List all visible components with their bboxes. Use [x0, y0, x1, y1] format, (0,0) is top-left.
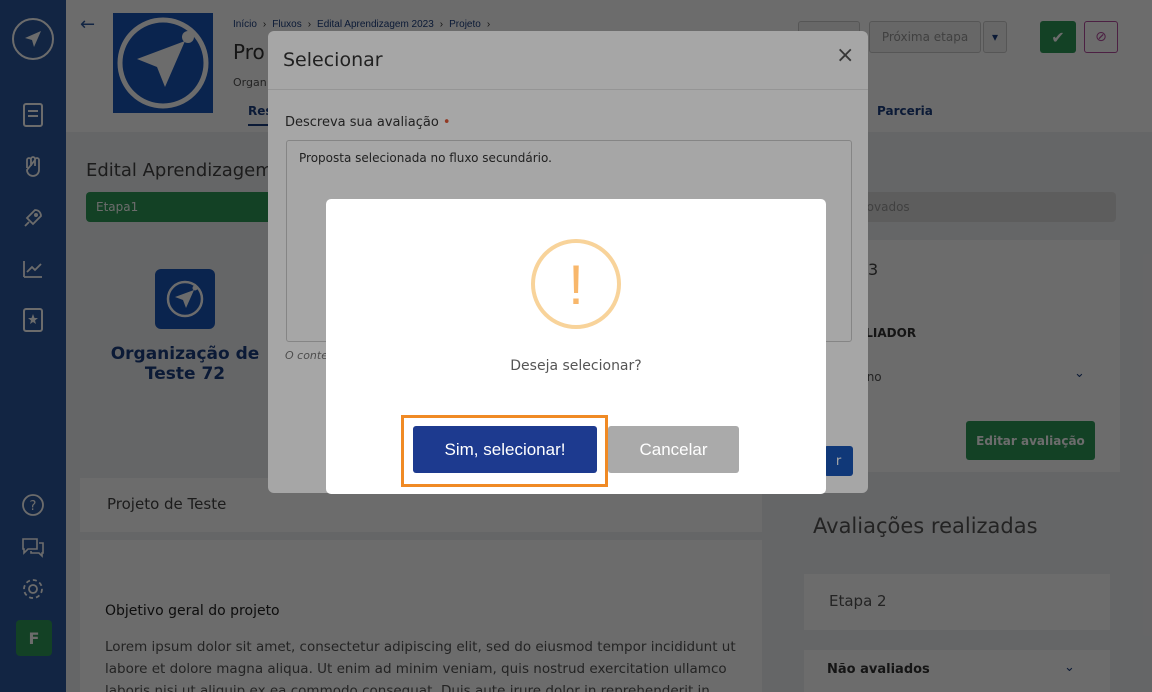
cancel-button[interactable]: Cancelar: [608, 426, 739, 473]
confirm-button[interactable]: Sim, selecionar!: [413, 426, 597, 473]
confirm-text: Deseja selecionar?: [510, 358, 642, 374]
warning-icon: !: [531, 239, 621, 329]
confirm-dialog: ! Deseja selecionar? Sim, selecionar! Ca…: [326, 199, 826, 494]
